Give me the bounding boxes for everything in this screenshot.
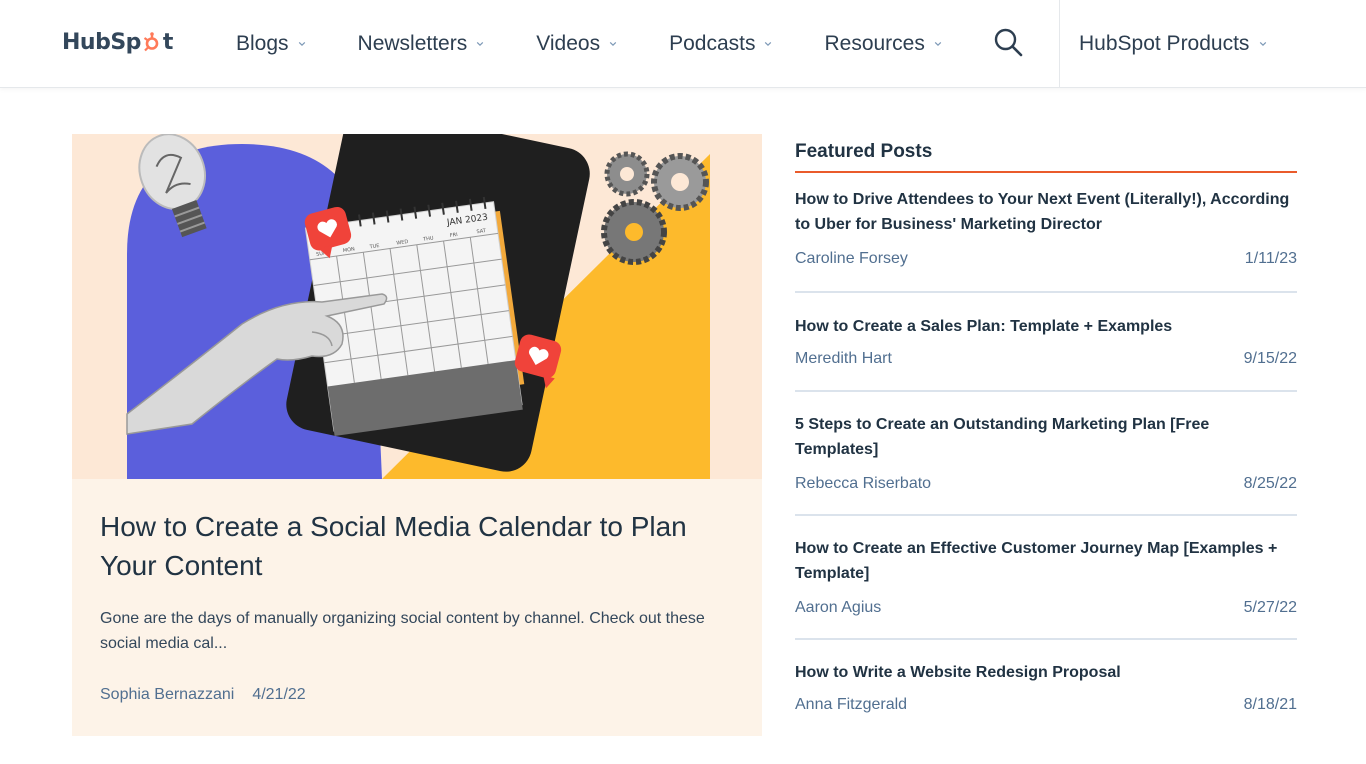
- calendar-weekday-label: FRI: [449, 232, 458, 239]
- chevron-down-icon: [934, 41, 942, 47]
- sprocket-logo-icon: [143, 32, 159, 52]
- post-author[interactable]: Caroline Forsey: [795, 249, 908, 269]
- post-meta: Meredith Hart 9/15/22: [795, 349, 1297, 369]
- list-item[interactable]: How to Create an Effective Customer Jour…: [795, 516, 1297, 640]
- post-date: 8/25/22: [1243, 475, 1297, 492]
- chevron-down-icon: [477, 41, 484, 47]
- list-item[interactable]: How to Write a Website Redesign Proposal…: [795, 640, 1297, 725]
- nav-blogs[interactable]: Blogs: [236, 32, 306, 56]
- featured-article-card[interactable]: JAN 2023 SUN MON TUE WED THU FRI SAT How…: [72, 134, 762, 736]
- header-divider: [1059, 0, 1060, 88]
- chevron-down-icon: [765, 41, 772, 47]
- article-excerpt: Gone are the days of manually organizing…: [100, 610, 705, 652]
- nav-videos[interactable]: Videos: [536, 32, 617, 56]
- post-meta: Aaron Agius 5/27/22: [795, 598, 1297, 618]
- list-item[interactable]: How to Create a Sales Plan: Template + E…: [795, 293, 1297, 392]
- article-title[interactable]: How to Create a Social Media Calendar to…: [100, 507, 720, 585]
- article-date: 4/21/22: [252, 686, 306, 703]
- chevron-down-icon: [298, 41, 305, 47]
- article-meta: Sophia Bernazzani 4/21/22: [100, 686, 306, 704]
- nav-podcasts[interactable]: Podcasts: [669, 32, 772, 56]
- nav-resources-label: Resources: [824, 32, 925, 55]
- nav-newsletters-label: Newsletters: [357, 32, 468, 55]
- chevron-down-icon: [609, 41, 617, 47]
- hubspot-products-menu[interactable]: HubSpot Products: [1079, 0, 1267, 88]
- calendar-illustration: JAN 2023 SUN MON TUE WED THU FRI SAT: [72, 134, 762, 479]
- featured-posts-heading: Featured Posts: [795, 134, 1297, 173]
- main-nav: Blogs Newsletters Videos Podcasts Resour…: [236, 0, 994, 88]
- search-icon[interactable]: [992, 26, 1024, 58]
- post-date: 5/27/22: [1243, 599, 1297, 616]
- post-author[interactable]: Aaron Agius: [795, 598, 881, 618]
- post-author[interactable]: Rebecca Riserbato: [795, 474, 931, 494]
- nav-newsletters[interactable]: Newsletters: [358, 32, 485, 56]
- post-author[interactable]: Meredith Hart: [795, 349, 892, 369]
- chevron-down-icon: [1260, 41, 1267, 47]
- logo-text-left: HubSp: [62, 29, 141, 55]
- post-title[interactable]: 5 Steps to Create an Outstanding Marketi…: [795, 412, 1297, 462]
- nav-podcasts-label: Podcasts: [669, 32, 756, 55]
- list-item[interactable]: How to Drive Attendees to Your Next Even…: [795, 173, 1297, 293]
- post-date: 1/11/23: [1244, 250, 1297, 267]
- post-meta: Caroline Forsey 1/11/23: [795, 249, 1297, 269]
- nav-blogs-label: Blogs: [236, 32, 289, 55]
- logo-text-right: t: [162, 29, 174, 55]
- article-hero-image[interactable]: JAN 2023 SUN MON TUE WED THU FRI SAT: [72, 134, 762, 479]
- post-title[interactable]: How to Create a Sales Plan: Template + E…: [795, 314, 1297, 339]
- nav-resources[interactable]: Resources: [824, 32, 942, 56]
- hubspot-products-label: HubSpot Products: [1079, 32, 1250, 55]
- hubspot-logo[interactable]: HubSp t: [62, 27, 173, 57]
- post-date: 8/18/21: [1243, 696, 1297, 713]
- featured-posts-sidebar: Featured Posts How to Drive Attendees to…: [795, 134, 1297, 725]
- post-meta: Rebecca Riserbato 8/25/22: [795, 474, 1297, 494]
- post-author[interactable]: Anna Fitzgerald: [795, 695, 907, 715]
- post-title[interactable]: How to Write a Website Redesign Proposal: [795, 660, 1297, 685]
- post-date: 9/15/22: [1243, 350, 1297, 367]
- post-title[interactable]: How to Drive Attendees to Your Next Even…: [795, 187, 1297, 237]
- site-header: HubSp t Blogs Newsletters Videos Podcast…: [0, 0, 1366, 88]
- post-meta: Anna Fitzgerald 8/18/21: [795, 695, 1297, 715]
- list-item[interactable]: 5 Steps to Create an Outstanding Marketi…: [795, 392, 1297, 516]
- post-title[interactable]: How to Create an Effective Customer Jour…: [795, 536, 1297, 586]
- article-author[interactable]: Sophia Bernazzani: [100, 686, 234, 704]
- nav-videos-label: Videos: [536, 32, 601, 55]
